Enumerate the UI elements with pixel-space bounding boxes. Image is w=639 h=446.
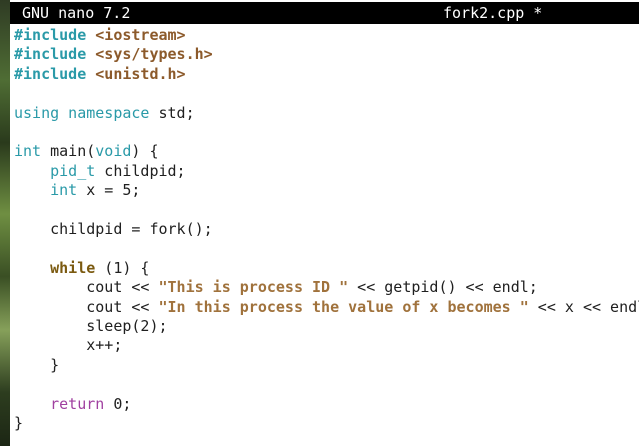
code-token: return [50, 394, 105, 413]
code-token: int [14, 142, 42, 161]
code-token: int [50, 181, 78, 200]
code-token: childpid; [95, 161, 186, 180]
code-line[interactable]: sleep(2); [14, 317, 168, 336]
code-line[interactable]: x++; [14, 336, 122, 355]
code-token: "This is process ID " [158, 278, 349, 297]
terminal-window[interactable]: GNU nano 7.2 fork2.cpp * #include <iostr… [10, 0, 639, 446]
code-line[interactable]: pid_t childpid; [14, 161, 186, 181]
code-token: #include [14, 64, 87, 83]
code-line[interactable]: #include <sys/types.h> [14, 45, 213, 64]
code-token: << getpid() << endl; [348, 278, 538, 297]
code-line[interactable]: #include <iostream> [14, 26, 186, 45]
code-token: cout << [14, 297, 159, 316]
code-token: #include [14, 45, 87, 64]
code-token: } [14, 355, 60, 374]
code-token: cout << [14, 278, 159, 297]
code-token: sleep(2); [14, 317, 168, 335]
nano-titlebar: GNU nano 7.2 fork2.cpp * [10, 2, 639, 24]
code-line[interactable]: return 0; [14, 395, 131, 414]
code-token: childpid = fork(); [14, 220, 213, 238]
code-line[interactable]: int main(void) { [14, 142, 159, 161]
code-line[interactable]: using namespace std; [14, 104, 195, 123]
code-token: void [95, 142, 132, 161]
editor-version-label: GNU nano 7.2 [22, 4, 131, 22]
code-token: std; [149, 103, 195, 122]
code-token: while [50, 258, 96, 277]
code-line[interactable]: while (1) { [14, 259, 149, 278]
code-token: 0; [104, 394, 132, 413]
code-line[interactable]: int x = 5; [14, 181, 140, 200]
code-line[interactable]: cout << "In this process the value of x … [14, 298, 639, 317]
code-line[interactable]: childpid = fork(); [14, 220, 213, 239]
code-token: (1) { [95, 258, 150, 277]
code-token: #include [14, 26, 87, 44]
code-line[interactable]: } [14, 414, 23, 433]
code-token: using namespace [14, 103, 150, 122]
code-token: <unistd.h> [95, 64, 186, 83]
code-token: "In this process the value of x becomes … [158, 297, 529, 316]
code-line[interactable]: cout << "This is process ID " << getpid(… [14, 278, 538, 297]
code-line[interactable]: #include <unistd.h> [14, 65, 186, 84]
code-token: } [14, 414, 24, 432]
code-token: <iostream> [95, 26, 186, 44]
code-token: main( [41, 142, 96, 161]
code-line[interactable]: } [14, 356, 59, 375]
filename-label: fork2.cpp * [443, 4, 543, 22]
code-token: << x << endl; [537, 297, 639, 316]
code-token: x++; [14, 336, 123, 355]
code-token: x = 5; [77, 181, 141, 200]
code-token: pid_t [50, 161, 96, 180]
desktop-background [0, 0, 10, 446]
code-token: ) { [131, 142, 159, 161]
code-token: <sys/types.h> [95, 45, 213, 64]
